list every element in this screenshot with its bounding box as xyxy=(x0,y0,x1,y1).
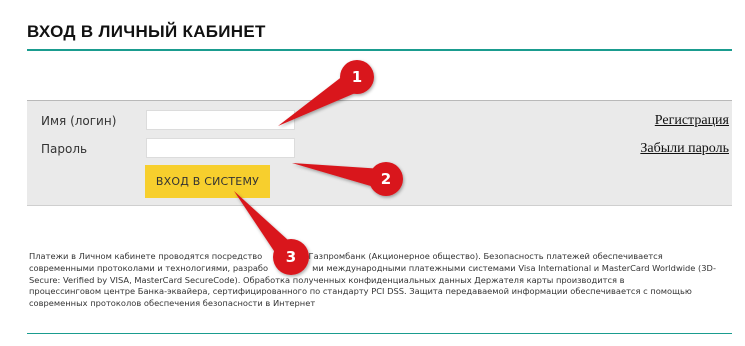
forgot-password-link[interactable]: Забыли пароль xyxy=(640,141,729,157)
callout-1-badge xyxy=(340,60,374,94)
disclaimer-line-5: современных протоколов обеспечения безоп… xyxy=(29,298,316,309)
page-title: ВХОД В ЛИЧНЫЙ КАБИНЕТ xyxy=(27,22,266,41)
callout-1-number: 1 xyxy=(352,68,362,86)
login-label: Имя (логин) xyxy=(41,114,117,128)
login-panel xyxy=(27,100,732,206)
bottom-divider xyxy=(27,333,732,334)
payment-security-disclaimer: Платежи в Личном кабинете проводятся пос… xyxy=(29,251,739,310)
password-input[interactable] xyxy=(146,138,295,158)
password-label: Пароль xyxy=(41,142,88,156)
register-link[interactable]: Регистрация xyxy=(655,113,729,129)
login-input[interactable] xyxy=(146,110,295,130)
disclaimer-line-3: Secure: Verified by VISA, MasterCard Sec… xyxy=(29,274,625,285)
title-divider xyxy=(27,49,732,51)
disclaimer-line-2: современными протоколами и технологиями,… xyxy=(29,262,716,273)
login-submit-button[interactable]: ВХОД В СИСТЕМУ xyxy=(145,165,270,198)
disclaimer-line-4: процессинговом центре Банка-эквайера, се… xyxy=(29,286,692,297)
disclaimer-line-1: Платежи в Личном кабинете проводятся пос… xyxy=(29,251,663,261)
